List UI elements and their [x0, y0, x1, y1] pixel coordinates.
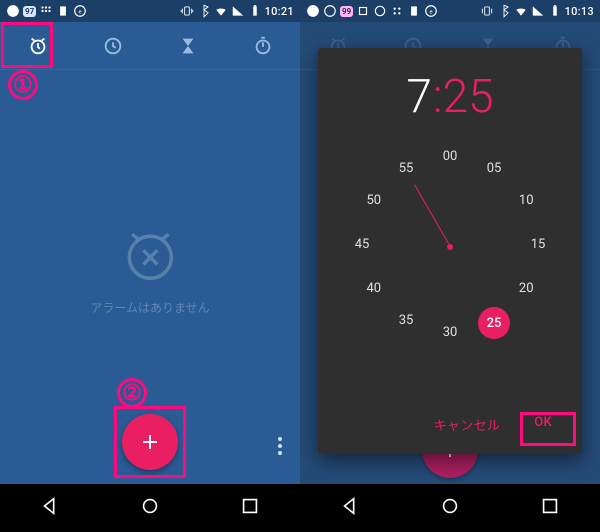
clock-num[interactable]: 55	[392, 161, 420, 181]
clock-face[interactable]: 00 0510 15 2025 30 3540 45 5055	[345, 142, 555, 352]
svg-text:e: e	[430, 9, 433, 15]
nav-recent[interactable]	[539, 495, 561, 521]
nav-back[interactable]	[39, 495, 61, 521]
tab-stopwatch[interactable]	[241, 26, 285, 66]
e-icon: e	[424, 4, 438, 18]
circle2-icon	[323, 4, 337, 18]
clock-num[interactable]: 00	[436, 149, 464, 169]
navbar-right	[300, 484, 600, 532]
clock-num[interactable]: 15	[524, 237, 552, 257]
navbar-left	[0, 484, 300, 532]
dialog-actions: キャンセル OK	[326, 405, 574, 446]
vibrate-icon	[180, 4, 194, 18]
empty-text: アラームはありません	[90, 299, 209, 316]
chat-icon	[6, 4, 20, 18]
battery-icon	[248, 4, 262, 18]
status-time: 10:13	[565, 5, 594, 18]
battery-icon	[548, 4, 562, 18]
status-time: 10:21	[265, 5, 294, 18]
clock-num[interactable]: 10	[512, 193, 540, 213]
nav-home[interactable]	[139, 495, 161, 521]
badge-99: 99	[340, 6, 353, 17]
time-minute[interactable]: 25	[443, 70, 494, 124]
overflow-menu[interactable]	[270, 434, 290, 458]
phone-left: 97 e 10:21 アラームはありません	[0, 0, 300, 532]
square-icon	[356, 4, 370, 18]
clock-num[interactable]: 30	[436, 325, 464, 345]
plus-icon	[138, 430, 162, 454]
tab-clock[interactable]	[91, 26, 135, 66]
sim-icon	[56, 4, 70, 18]
wifi-icon	[514, 4, 528, 18]
clock-num[interactable]: 45	[348, 237, 376, 257]
clock-num[interactable]: 05	[480, 161, 508, 181]
svg-text:e: e	[79, 9, 82, 15]
badge-97: 97	[23, 6, 36, 17]
tabs-left	[0, 22, 300, 70]
time-hour[interactable]: 7	[406, 70, 433, 124]
statusbar-right: 99 e 10:13	[300, 0, 600, 22]
clock-num[interactable]: 40	[360, 281, 388, 301]
cell-icon	[531, 4, 545, 18]
sim-icon	[407, 4, 421, 18]
fab-add-alarm[interactable]	[122, 414, 178, 470]
time-display: 7:25	[326, 70, 574, 124]
e-icon: e	[73, 4, 87, 18]
wifi-icon	[214, 4, 228, 18]
time-picker-dialog: 7:25 000510152025303540455055 キャンセル OK	[318, 48, 582, 454]
cell-icon	[231, 4, 245, 18]
clock-num[interactable]: 35	[392, 313, 420, 333]
cancel-button[interactable]: キャンセル	[426, 409, 509, 440]
tab-alarm[interactable]	[16, 26, 60, 66]
statusbar-left: 97 e 10:21	[0, 0, 300, 22]
tab-timer[interactable]	[166, 26, 210, 66]
chat-icon	[306, 4, 320, 18]
clock-hand	[414, 184, 451, 247]
vibrate-icon	[480, 4, 494, 18]
clock-num[interactable]: 20	[512, 281, 540, 301]
alarm-off-icon	[115, 219, 185, 289]
ok-button[interactable]: OK	[526, 409, 560, 440]
circle-icon	[373, 4, 387, 18]
nav-home[interactable]	[439, 495, 461, 521]
nav-recent[interactable]	[239, 495, 261, 521]
apps-icon	[390, 4, 404, 18]
clock-num[interactable]: 50	[360, 193, 388, 213]
nav-back[interactable]	[339, 495, 361, 521]
bt-icon	[497, 4, 511, 18]
apps-icon	[39, 4, 53, 18]
clock-num-selected[interactable]: 25	[478, 307, 510, 339]
bt-icon	[197, 4, 211, 18]
phone-right: 99 e 10:13 7:25 00	[300, 0, 600, 532]
time-colon: :	[433, 70, 443, 124]
empty-state: アラームはありません	[90, 219, 209, 316]
